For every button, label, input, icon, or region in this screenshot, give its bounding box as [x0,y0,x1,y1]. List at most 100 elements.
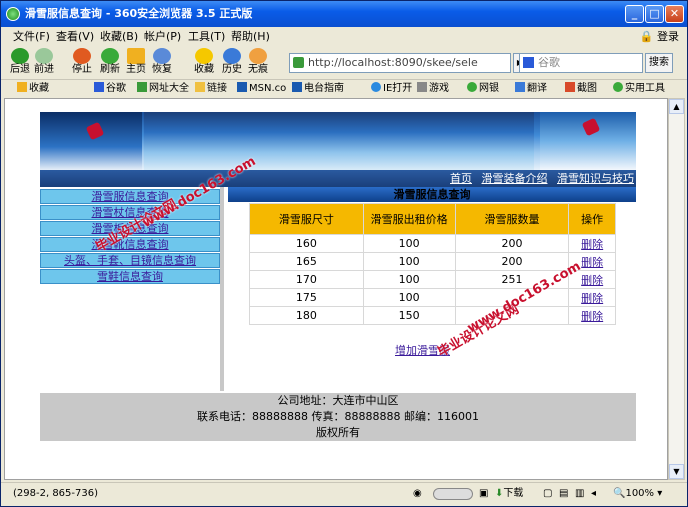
search-input[interactable]: 谷歌 [519,53,643,73]
fav-online-bank[interactable]: 网银 [467,80,499,97]
status-tool-icon[interactable]: ▥ [575,483,584,505]
restore-button[interactable]: 恢复 [149,46,175,76]
fav-radio-guide[interactable]: 电台指南 [292,80,344,97]
stop-icon [73,48,91,64]
traceless-icon [249,48,267,64]
favorites-button[interactable]: 收藏 [191,46,217,76]
msn-icon [237,82,247,92]
favorites-bar: 收藏 谷歌 网址大全 链接 MSN.co 电台指南 IE打开 游戏 网银 翻译 … [1,79,687,97]
navigation-toolbar: 后退 前进 停止 刷新 主页 恢复 收藏 历史 无痕 http://localh… [1,46,687,79]
delete-link[interactable]: 删除 [581,274,603,287]
zoom-control[interactable]: 🔍100% ▾ [613,483,662,505]
search-button[interactable]: 搜索 [645,53,673,73]
stop-button[interactable]: 停止 [69,46,95,76]
delete-link[interactable]: 删除 [581,310,603,323]
web-page: 首页 滑雪装备介绍 滑雪知识与技巧 滑雪服信息查询 滑雪杖信息查询 滑雪板信息查… [40,105,636,441]
page-viewport: 首页 滑雪装备介绍 滑雪知识与技巧 滑雪服信息查询 滑雪杖信息查询 滑雪板信息查… [4,98,668,480]
footer-copyright: 版权所有 [316,426,360,439]
fav-msn[interactable]: MSN.co [237,80,286,97]
col-price-header: 滑雪服出租价格 [362,203,456,235]
fav-google[interactable]: 谷歌 [94,80,126,97]
col-quantity-header: 滑雪服数量 [454,203,570,235]
fav-games[interactable]: 游戏 [417,80,449,97]
site-footer: 公司地址：大连市中山区 联系电话：88888888 传真：88888888 邮编… [40,393,636,441]
status-tool-icon[interactable]: ▤ [559,483,568,505]
speed-toggle[interactable] [433,488,473,500]
bank-icon [467,82,477,92]
home-button[interactable]: 主页 [123,46,149,76]
refresh-button[interactable]: 刷新 [97,46,123,76]
footer-contact: 联系电话：88888888 传真：88888888 邮编：116001 [197,410,479,423]
table-header-row: 滑雪服尺寸 滑雪服出租价格 滑雪服数量 操作 [249,203,616,235]
fav-translate[interactable]: 翻译 [515,80,547,97]
delete-link[interactable]: 删除 [581,238,603,251]
browser-window: 滑雪服信息查询 - 360安全浏览器 3.5 正式版 _ □ ✕ 文件(F) 查… [0,0,688,507]
page-icon [293,57,304,68]
window-icon[interactable]: ▣ [479,483,488,505]
sidebar-item-snowshoe[interactable]: 雪鞋信息查询 [40,269,220,284]
status-tool-icon[interactable]: ▢ [543,483,552,505]
banner-photo-snowboarder [540,112,636,170]
download-button[interactable]: ⬇下载 [495,483,523,505]
banner-photo-skier [40,112,142,170]
fav-screenshot[interactable]: 截图 [565,80,597,97]
menu-help[interactable]: 帮助(H) [231,27,270,46]
fav-collect[interactable]: 收藏 [17,80,49,97]
fav-links[interactable]: 链接 [195,80,227,97]
network-icon: ◉ [413,488,422,499]
status-text: (298-2, 865-736) [13,488,98,499]
maximize-button[interactable]: □ [645,5,664,23]
scroll-down-arrow-icon[interactable]: ▼ [669,464,684,479]
nav-skills-link[interactable]: 滑雪知识与技巧 [557,172,634,185]
fav-utilities[interactable]: 实用工具 [613,80,665,97]
star-icon [17,82,27,92]
minimize-button[interactable]: _ [625,5,644,23]
nav-equipment-link[interactable]: 滑雪装备介绍 [482,172,548,185]
globe-icon [137,82,147,92]
site-banner [40,112,636,170]
delete-link[interactable]: 删除 [581,292,603,305]
history-button[interactable]: 历史 [219,46,245,76]
radio-icon [292,82,302,92]
folder-icon [195,82,205,92]
address-bar[interactable]: http://localhost:8090/skee/sele [289,53,511,73]
close-button[interactable]: ✕ [665,5,684,23]
scroll-up-arrow-icon[interactable]: ▲ [669,99,684,114]
login-link[interactable]: 🔒 登录 [640,27,679,46]
translate-icon [515,82,525,92]
address-text: http://localhost:8090/skee/sele [308,56,478,69]
content-title: 滑雪服信息查询 [228,187,636,202]
col-size-header: 滑雪服尺寸 [249,203,364,235]
menu-file[interactable]: 文件(F) [13,27,50,46]
table-row: 175 100 删除 [249,288,616,307]
col-action-header: 操作 [568,203,616,235]
sidebar-item-helmet-gloves-goggles[interactable]: 头盔、手套、目镜信息查询 [40,253,220,268]
undo-icon [153,48,171,64]
menu-account[interactable]: 帐户(P) [144,27,181,46]
table-row: 160 100 200 删除 [249,234,616,253]
status-bar: (298-2, 865-736) ◉ ▣ ⬇下载 ▢ ▤ ▥ ◂ 🔍100% ▾ [1,482,687,506]
menu-tools[interactable]: 工具(T) [188,27,225,46]
browser-logo-icon [6,7,20,21]
nav-home-link[interactable]: 首页 [450,172,472,185]
menu-view[interactable]: 查看(V) [56,27,94,46]
footer-address: 公司地址：大连市中山区 [277,394,399,407]
zoom-icon: 🔍 [613,488,626,499]
delete-link[interactable]: 删除 [581,256,603,269]
home-icon [127,48,145,64]
traceless-button[interactable]: 无痕 [245,46,271,76]
sidebar-item-ski-boot[interactable]: 滑雪靴信息查询 [40,237,220,252]
ie-icon [371,82,381,92]
fav-ie-open[interactable]: IE打开 [371,80,412,97]
tools-icon [613,82,623,92]
fav-url-directory[interactable]: 网址大全 [137,80,189,97]
scissors-icon [565,82,575,92]
volume-icon[interactable]: ◂ [591,483,596,505]
menu-favorites[interactable]: 收藏(B) [100,27,138,46]
star-icon [195,48,213,64]
banner-photo-mountains [144,112,534,170]
back-button[interactable]: 后退 [7,46,33,76]
forward-arrow-icon [35,48,53,64]
vertical-scrollbar[interactable]: ▲ ▼ [668,98,685,480]
forward-button[interactable]: 前进 [31,46,57,76]
